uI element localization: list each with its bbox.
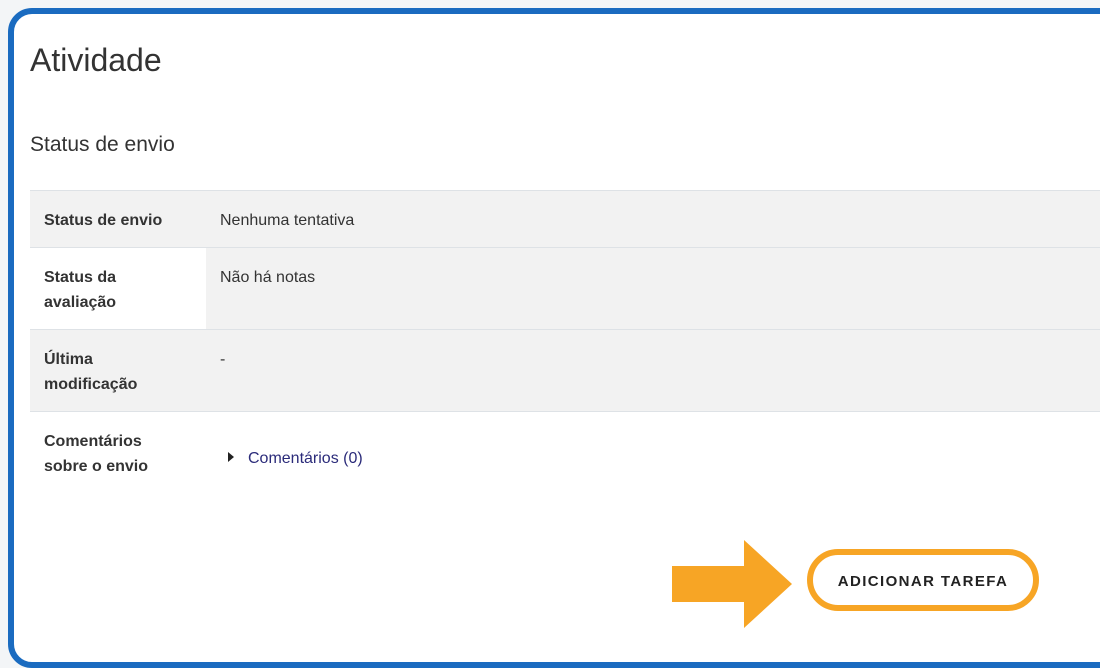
row-label-last-modified: Última modificação	[30, 329, 206, 412]
row-label-grading-status: Status da avaliação	[30, 247, 206, 330]
table-row: Comentários sobre o envio Comentários (0…	[30, 411, 1100, 494]
page-title: Atividade	[30, 42, 162, 78]
row-label-text: Status da avaliação	[44, 269, 117, 311]
row-label-text: Comentários sobre o envio	[44, 433, 149, 475]
arrow-right-icon	[672, 540, 792, 628]
table-row: Status de envio Nenhuma tentativa	[30, 190, 1100, 248]
section-title: Status de envio	[30, 133, 175, 156]
row-value-submission-comments: Comentários (0)	[206, 411, 1100, 494]
row-label-submission-comments: Comentários sobre o envio	[30, 411, 206, 494]
row-value-last-modified: -	[206, 329, 1100, 412]
add-task-button[interactable]: ADICIONAR TAREFA	[823, 563, 1023, 599]
row-value-grading-status: Não há notas	[206, 247, 1100, 330]
submission-status-table: Status de envio Nenhuma tentativa Status…	[30, 190, 1100, 494]
caret-right-icon[interactable]	[228, 451, 234, 462]
comments-link[interactable]: Comentários (0)	[248, 450, 363, 467]
table-row: Última modificação -	[30, 329, 1100, 412]
row-label-text: Última modificação	[44, 351, 138, 393]
row-value-submission-status: Nenhuma tentativa	[206, 190, 1100, 248]
table-row: Status da avaliação Não há notas	[30, 247, 1100, 330]
row-label-submission-status: Status de envio	[30, 190, 206, 248]
